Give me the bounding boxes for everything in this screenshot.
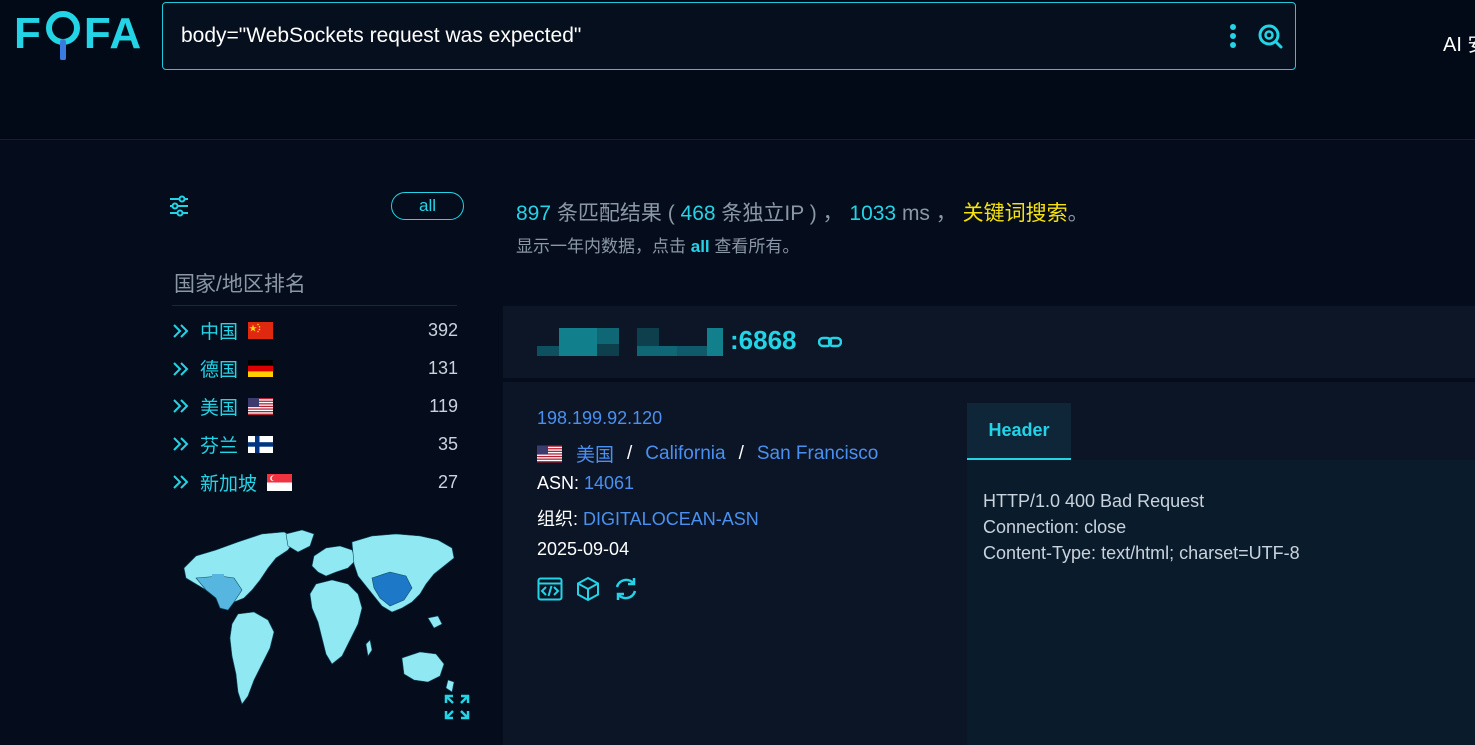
country-ranking-list: 中国 392 德国 131 美国 119 芬兰 35 新加坡 27 [172,312,462,501]
logo-letters-fa: FA [83,9,143,58]
result-org: 组织: DIGITALOCEAN-ASN [537,505,759,531]
country-row-usa[interactable]: 美国 119 [172,388,462,426]
filter-icon[interactable] [168,195,190,217]
view-all-link[interactable]: all [691,237,710,256]
country-row-singapore[interactable]: 新加坡 27 [172,463,462,501]
finland-flag-icon [248,435,274,453]
country-row-finland[interactable]: 芬兰 35 [172,425,462,463]
fofa-logo[interactable]: F FA [14,8,142,60]
asn-label: ASN: [537,473,585,493]
result-port[interactable]: :6868 [730,325,797,356]
query-time-label: ms ， [896,202,963,225]
location-region-link[interactable]: California [645,443,725,465]
logo-letter-f: F [14,9,42,58]
country-count: 27 [437,471,458,492]
country-name[interactable]: 新加坡 [200,469,257,496]
world-map[interactable] [176,528,461,718]
search-lens-icon[interactable] [1257,23,1283,51]
cube-icon[interactable] [575,576,601,602]
double-chevron-icon [173,324,189,338]
usa-flag-icon [537,445,562,462]
expand-icon[interactable] [444,694,470,720]
note-after: 查看所有。 [709,237,800,256]
link-icon[interactable] [818,332,842,352]
search-input[interactable] [181,21,1181,51]
refresh-icon[interactable] [613,576,639,602]
country-count: 35 [437,433,458,454]
country-name[interactable]: 中国 [200,317,238,344]
match-count-label: 条匹配结果 ( [551,202,681,225]
country-count: 131 [427,358,458,379]
logo-pin-icon [43,8,83,60]
location-city-link[interactable]: San Francisco [757,443,878,465]
header-panel: HTTP/1.0 400 Bad Request Connection: clo… [967,460,1475,745]
asn-link[interactable]: 14061 [584,473,634,493]
all-filter-button[interactable]: all [391,192,464,220]
double-chevron-icon [173,399,189,414]
keyword-search-link[interactable]: 关键词搜索 [963,202,1068,225]
org-link[interactable]: DIGITALOCEAN-ASN [583,509,759,529]
search-box [162,2,1296,70]
redacted-host [537,328,723,356]
germany-flag-icon [248,360,274,378]
divider [172,305,457,306]
http-header-text: HTTP/1.0 400 Bad Request Connection: clo… [983,491,1300,563]
ai-nav-link[interactable]: AI 安 [1443,28,1475,57]
more-vertical-icon[interactable] [1223,23,1243,51]
top-bar: F FA AI 安 [0,0,1475,140]
unique-ip-label: 条独立IP ) ， [715,202,850,225]
country-ranking-title: 国家/地区排名 [174,273,306,296]
country-name[interactable]: 德国 [200,355,238,382]
country-count: 392 [427,320,458,341]
result-summary: 897 条匹配结果 ( 468 条独立IP ) ， 1033 ms ， 关键词搜… [516,197,1089,227]
country-row-china[interactable]: 中国 392 [172,312,462,350]
result-asn: ASN: 14061 [537,473,634,494]
match-count: 897 [516,202,552,225]
location-separator: / [738,442,744,464]
singapore-flag-icon [267,473,293,491]
result-card-header: :6868 [503,306,1475,380]
result-summary-note: 显示一年内数据，点击 all 查看所有。 [516,232,799,257]
china-flag-icon [248,322,274,340]
double-chevron-icon [173,361,189,376]
location-separator: / [627,442,633,464]
usa-flag-icon [248,397,274,415]
result-card-body: 198.199.92.120 美国 / California / San Fra… [503,382,1475,745]
result-ip[interactable]: 198.199.92.120 [537,408,662,429]
note-before: 显示一年内数据，点击 [516,237,691,256]
double-chevron-icon [173,437,189,451]
result-date: 2025-09-04 [537,539,630,559]
org-label: 组织: [537,509,584,529]
tab-header[interactable]: Header [967,403,1071,460]
result-location: 美国 / California / San Francisco [537,440,878,467]
summary-end: 。 [1067,202,1089,225]
unique-ip-count: 468 [680,202,716,225]
result-actions [537,576,639,602]
location-country-link[interactable]: 美国 [576,440,614,467]
country-name[interactable]: 芬兰 [200,431,238,458]
country-name[interactable]: 美国 [200,393,238,420]
double-chevron-icon [173,475,189,489]
query-time: 1033 [849,202,897,225]
country-row-germany[interactable]: 德国 131 [172,350,462,388]
code-icon[interactable] [537,576,563,602]
country-count: 119 [429,395,458,416]
